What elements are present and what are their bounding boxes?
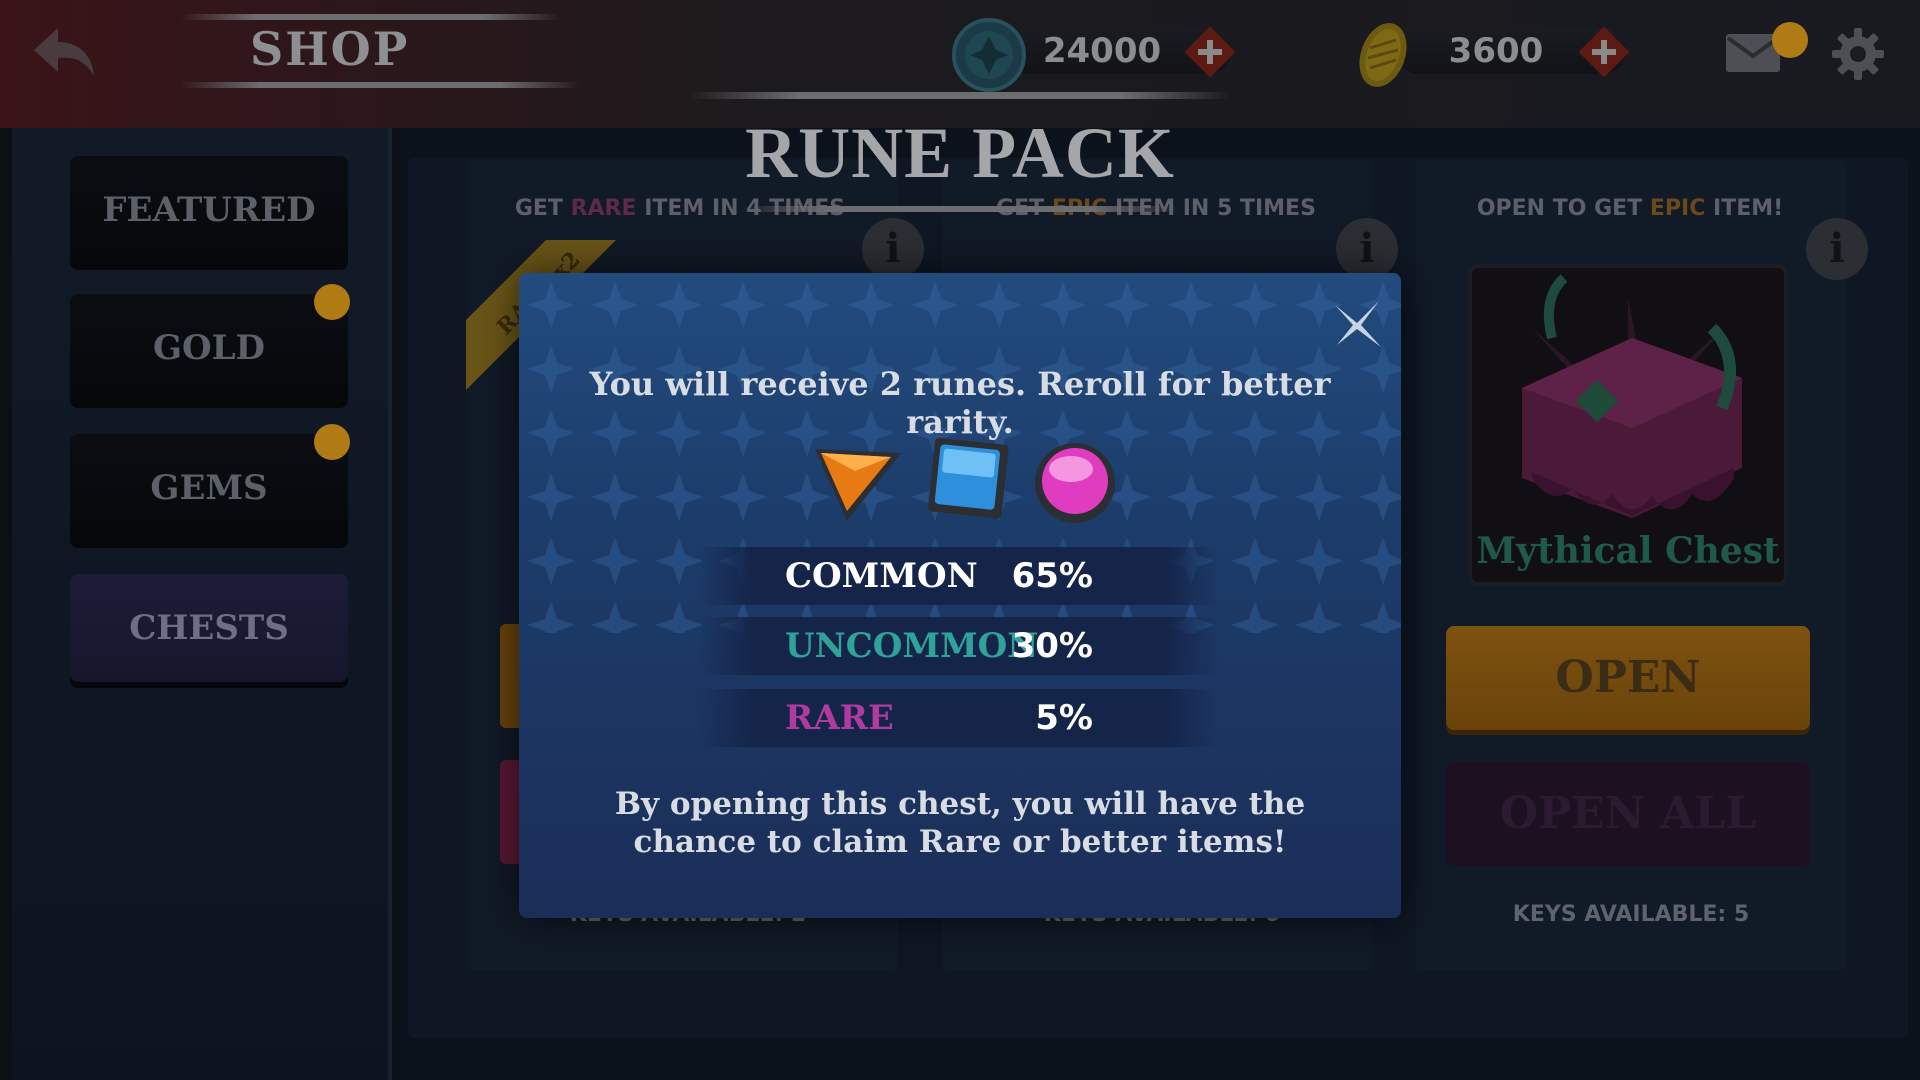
card-3-keys: KEYS AVAILABLE: 5 <box>1512 902 1750 927</box>
modal-message: You will receive 2 runes. Reroll for bet… <box>589 365 1331 441</box>
gold-counter: 3600 <box>1346 23 1686 87</box>
gems-badge-dot <box>314 424 350 460</box>
sidebar-item-gold[interactable]: GOLD <box>70 294 348 402</box>
rarity-row-uncommon: UNCOMMON 30% <box>699 617 1219 675</box>
rarity-percent: 65% <box>1011 556 1093 596</box>
info-icon[interactable]: i <box>862 218 924 280</box>
rarity-row-rare: RARE 5% <box>699 689 1219 747</box>
mail-notification-dot <box>1772 22 1808 58</box>
rarity-name: RARE <box>785 698 894 738</box>
info-icon[interactable]: i <box>1336 218 1398 280</box>
gems-amount: 24000 <box>1042 31 1162 71</box>
back-arrow-icon[interactable] <box>28 22 98 82</box>
card-3-heading: OPEN TO GET EPIC ITEM! <box>1476 196 1784 221</box>
rune-pack-title: RUNE PACK <box>745 113 1175 193</box>
rune-title-brush-top <box>690 92 1230 99</box>
orange-triangle-rune-icon <box>815 449 901 521</box>
top-bar: SHOP 24000 3600 <box>0 0 1920 128</box>
rarity-percent: 30% <box>1011 626 1093 666</box>
gem-coin-icon <box>952 18 1026 92</box>
modal-footer-text: By opening this chest, you will have the… <box>614 786 1306 860</box>
rarity-name: COMMON <box>785 556 978 596</box>
rarity-name: UNCOMMON <box>785 626 1039 666</box>
add-gems-button[interactable] <box>1182 24 1238 80</box>
mythical-chest-image[interactable]: Mythical Chest <box>1468 264 1788 586</box>
open-button[interactable]: OPEN <box>1446 626 1810 730</box>
sidebar-item-gems[interactable]: GEMS <box>70 434 348 542</box>
title-brush-bottom <box>180 82 580 88</box>
rune-pack-modal: You will receive 2 runes. Reroll for bet… <box>519 273 1401 918</box>
title-brush-top <box>180 14 560 20</box>
rune-title-brush-bottom <box>740 206 1180 212</box>
chest-name: Mythical Chest <box>1476 530 1780 572</box>
sidebar: FEATURED GOLD GEMS CHESTS <box>12 128 392 1080</box>
blue-square-rune-icon <box>928 437 1009 519</box>
gold-badge-dot <box>314 284 350 320</box>
add-gold-button[interactable] <box>1576 24 1632 80</box>
page-title: SHOP <box>250 22 410 76</box>
sidebar-item-featured[interactable]: FEATURED <box>70 156 348 264</box>
open-all-button[interactable]: OPEN ALL <box>1446 762 1810 866</box>
info-icon[interactable]: i <box>1806 218 1868 280</box>
sidebar-item-chests[interactable]: CHESTS <box>70 574 348 682</box>
gems-counter: 24000 <box>952 18 1292 92</box>
close-icon[interactable] <box>1327 293 1387 353</box>
rarity-row-common: COMMON 65% <box>699 547 1219 605</box>
pink-circle-rune-icon <box>1035 443 1115 523</box>
gold-bar-icon <box>1359 23 1407 87</box>
gold-amount: 3600 <box>1448 31 1544 71</box>
rarity-percent: 5% <box>1035 698 1093 738</box>
gear-icon[interactable] <box>1830 26 1886 82</box>
